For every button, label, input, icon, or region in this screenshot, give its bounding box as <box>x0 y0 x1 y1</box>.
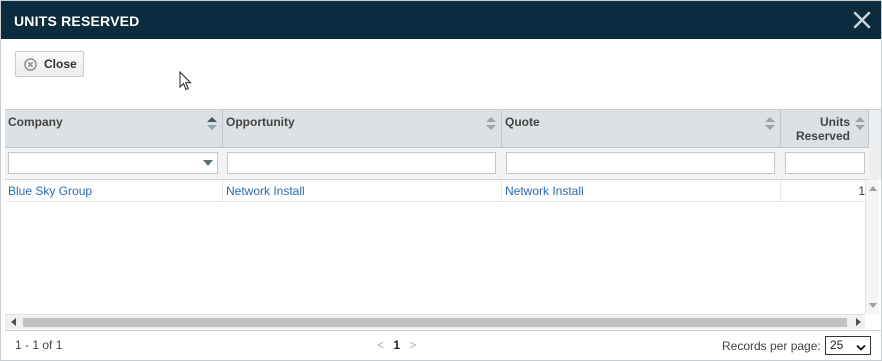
column-header-label-line2: Reserved <box>795 129 850 143</box>
scroll-right-icon[interactable] <box>856 318 861 326</box>
records-per-page-select[interactable]: 25 <box>825 336 871 355</box>
pager: < 1 > <box>377 338 416 352</box>
current-page[interactable]: 1 <box>393 338 400 352</box>
records-per-page-value: 25 <box>830 338 844 352</box>
cell-units-reserved: 1 <box>858 184 865 198</box>
opportunity-link[interactable]: Network Install <box>226 184 305 198</box>
close-button-label: Close <box>44 57 77 71</box>
close-button[interactable]: Close <box>15 51 84 77</box>
column-header-label: Quote <box>505 115 540 129</box>
circle-x-icon <box>24 58 37 71</box>
cell-company: Blue Sky Group <box>5 180 223 202</box>
units-reserved-dialog: UNITS RESERVED Close Company Opportunity… <box>0 0 882 361</box>
dialog-titlebar: UNITS RESERVED <box>1 1 881 39</box>
horizontal-scrollbar[interactable] <box>5 314 865 329</box>
records-per-page-label: Records per page: <box>722 339 821 353</box>
sort-icon[interactable] <box>855 116 865 132</box>
mouse-pointer-icon <box>179 70 193 92</box>
cell-opportunity: Network Install <box>223 180 502 202</box>
column-header-label: Company <box>8 115 63 129</box>
opportunity-filter-input[interactable] <box>227 152 496 174</box>
column-header-label: Units Reserved <box>796 115 850 143</box>
quote-link[interactable]: Network Install <box>505 184 584 198</box>
next-page-button[interactable]: > <box>409 338 416 352</box>
prev-page-button[interactable]: < <box>377 338 384 352</box>
column-header-label: Opportunity <box>226 115 295 129</box>
sort-icon[interactable] <box>765 116 775 132</box>
column-header-opportunity[interactable]: Opportunity <box>223 110 502 148</box>
scroll-down-icon[interactable] <box>869 303 877 308</box>
chevron-down-icon <box>856 341 866 351</box>
vertical-scrollbar[interactable] <box>865 180 879 314</box>
scroll-up-icon[interactable] <box>869 186 877 191</box>
sort-icon[interactable] <box>486 116 496 132</box>
quote-filter-input[interactable] <box>506 152 775 174</box>
units-reserved-filter-input[interactable] <box>785 152 865 174</box>
scrollbar-thumb[interactable] <box>23 318 847 327</box>
close-x-icon[interactable] <box>851 8 873 32</box>
table-row: Blue Sky Group Network Install Network I… <box>5 180 865 202</box>
company-filter-select[interactable] <box>8 152 218 174</box>
column-header-label-line1: Units <box>820 115 850 129</box>
sort-ascending-icon[interactable] <box>207 116 217 132</box>
dialog-title: UNITS RESERVED <box>14 13 140 29</box>
units-grid: Company Opportunity Quote Units Reserved… <box>5 109 881 330</box>
company-link[interactable]: Blue Sky Group <box>8 184 92 198</box>
scroll-left-icon[interactable] <box>11 318 16 326</box>
grid-footer: 1 - 1 of 1 < 1 > Records per page: 25 <box>5 330 881 360</box>
column-header-company[interactable]: Company <box>5 110 223 148</box>
header-corner <box>869 110 881 180</box>
column-header-units-reserved[interactable]: Units Reserved <box>781 110 869 148</box>
cell-quote: Network Install <box>502 180 781 202</box>
column-header-quote[interactable]: Quote <box>502 110 781 148</box>
dropdown-arrow-icon <box>203 160 213 166</box>
record-range: 1 - 1 of 1 <box>15 338 63 352</box>
